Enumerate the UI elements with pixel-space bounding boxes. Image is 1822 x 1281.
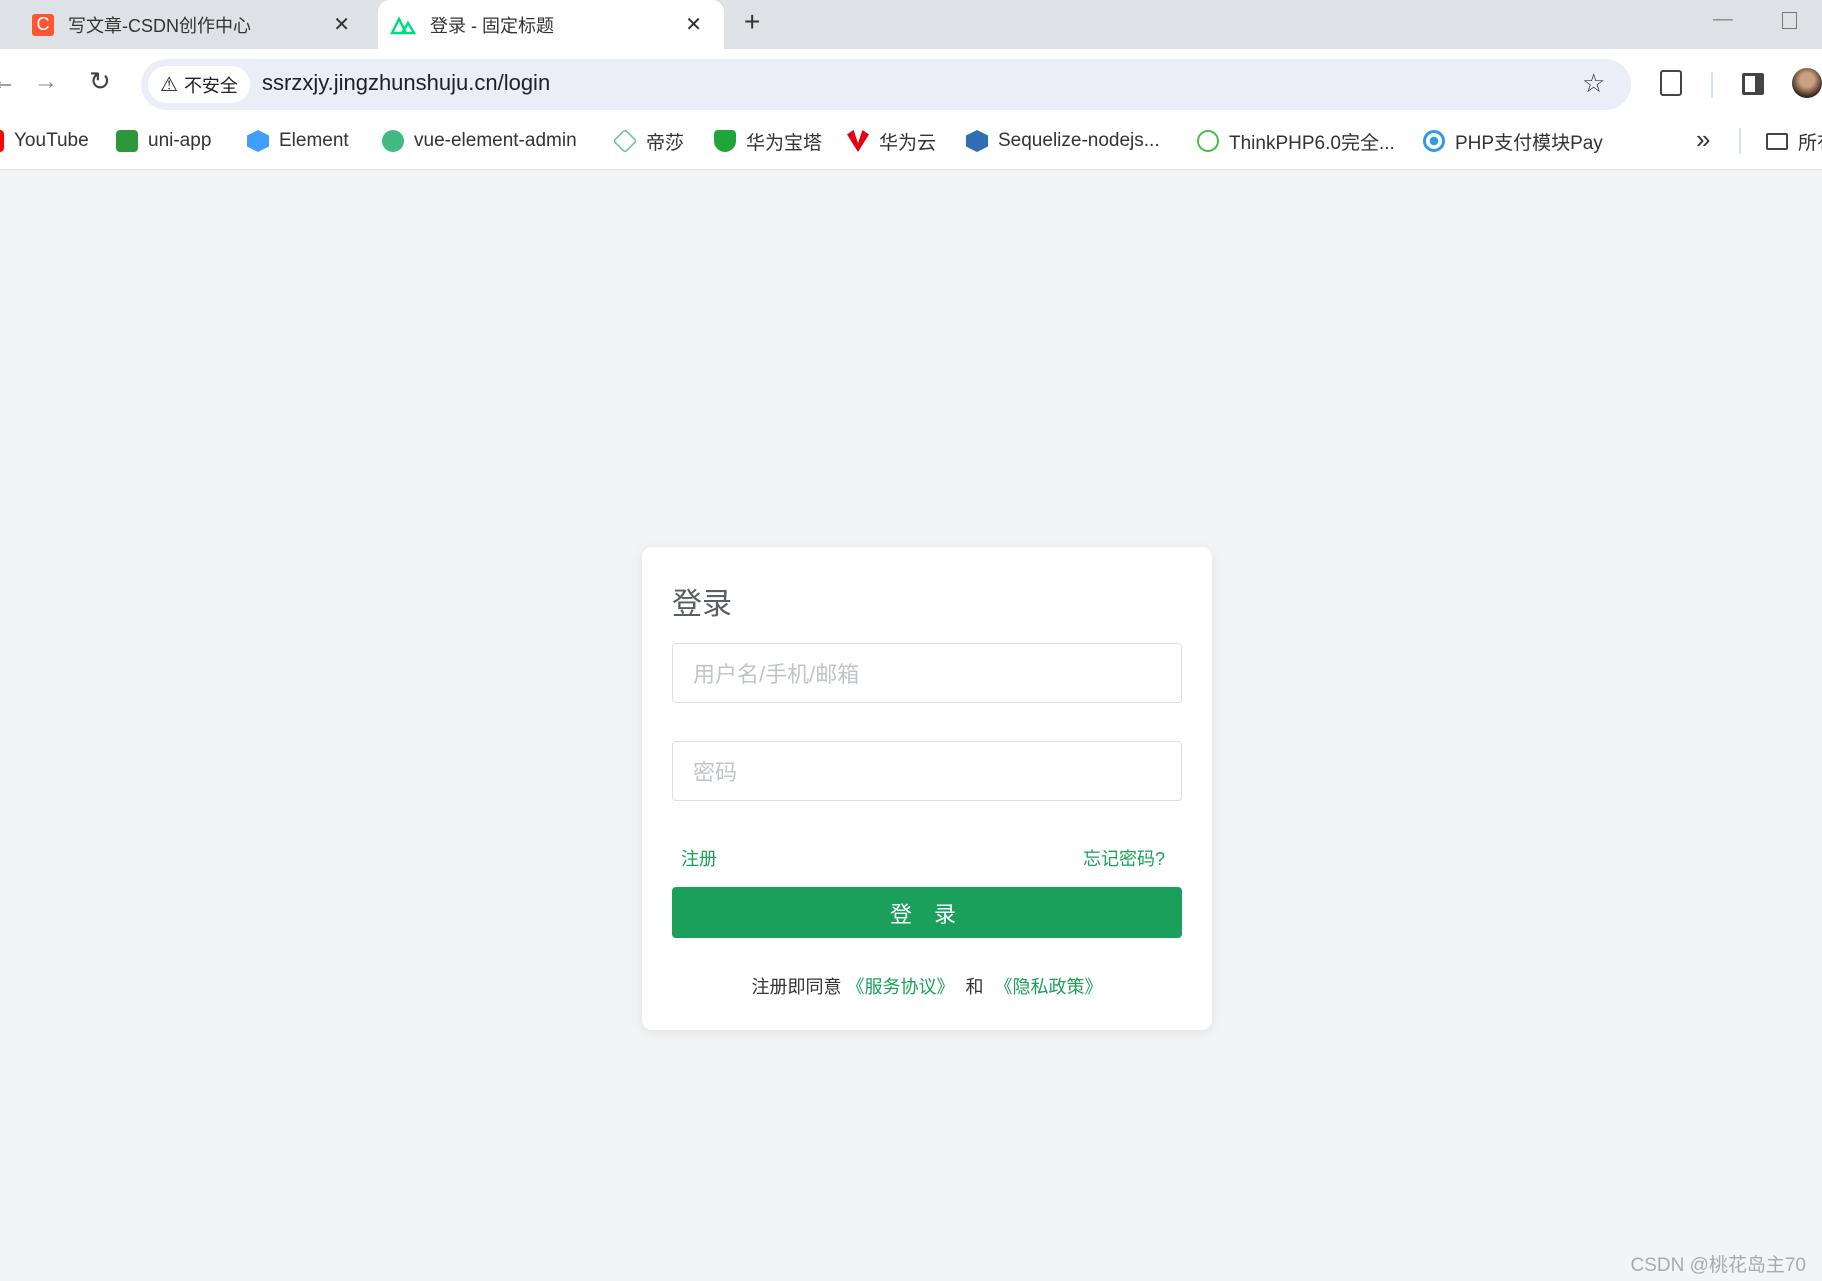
thinkphp-icon (1197, 130, 1219, 152)
watermark: CSDN @桃花岛主70 (1630, 1255, 1806, 1276)
tab-title: 登录 - 固定标题 (430, 15, 554, 36)
bookmark-label: vue-element-admin (414, 130, 577, 151)
warning-icon: ⚠ (160, 74, 178, 96)
csdn-icon: C (32, 13, 54, 36)
username-input[interactable]: 用户名/手机/邮箱 (672, 643, 1182, 703)
baota-icon (714, 130, 736, 152)
divider (1711, 72, 1713, 98)
bookmark-vue-element-admin[interactable]: vue-element-admin (382, 128, 577, 154)
bookmark-huaweicloud[interactable]: 华为云 (847, 128, 936, 154)
forward-button[interactable]: → (34, 68, 58, 96)
login-title: 登录 (672, 588, 732, 621)
bookmark-baota[interactable]: 华为宝塔 (714, 128, 822, 154)
new-tab-button[interactable]: + (744, 6, 760, 38)
security-chip[interactable]: ⚠ 不安全 (148, 66, 250, 103)
bookmark-label: uni-app (148, 130, 212, 151)
agreement-text: 注册即同意 《服务协议》 和 《隐私政策》 (642, 973, 1212, 999)
bookmark-label: PHP支付模块Pay (1455, 132, 1603, 154)
bookmark-label: ThinkPHP6.0完全... (1229, 132, 1395, 154)
bookmark-thinkphp[interactable]: ThinkPHP6.0完全... (1197, 128, 1395, 154)
bookmark-label: Sequelize-nodejs... (998, 130, 1160, 151)
bookmark-element[interactable]: Element (247, 128, 349, 154)
more-bookmarks-button[interactable]: » (1696, 124, 1710, 155)
uniapp-icon (116, 130, 138, 152)
all-bookmarks-folder[interactable]: 所有 (1766, 128, 1822, 154)
forgot-password-link[interactable]: 忘记密码? (1083, 845, 1165, 871)
bookmark-label: YouTube (14, 130, 89, 151)
disha-icon (612, 128, 638, 154)
url-text[interactable]: ssrzxjy.jingzhunshuju.cn/login (262, 70, 550, 96)
service-agreement-link[interactable]: 《服务协议》 (846, 977, 954, 997)
bookmark-label: 华为宝塔 (746, 132, 823, 154)
reload-button[interactable]: ↻ (89, 66, 111, 97)
username-placeholder: 用户名/手机/邮箱 (693, 662, 860, 687)
bookmark-label: 所有 (1798, 132, 1822, 154)
bookmark-sequelize[interactable]: Sequelize-nodejs... (966, 128, 1160, 154)
close-icon[interactable]: ✕ (685, 12, 702, 37)
agree-prefix: 注册即同意 (751, 977, 842, 997)
nuxt-icon (390, 15, 416, 34)
element-icon (247, 130, 269, 152)
tab-title: 写文章-CSDN创作中心 (68, 15, 251, 36)
back-button[interactable]: ← (0, 68, 16, 96)
youtube-icon (0, 130, 4, 152)
tab-strip: C 写文章-CSDN创作中心 ✕ 登录 - 固定标题 ✕ + — (0, 0, 1822, 49)
tab-login[interactable]: 登录 - 固定标题 ✕ (378, 0, 724, 49)
extensions-icon[interactable] (1660, 70, 1682, 96)
password-input[interactable]: 密码 (672, 741, 1182, 801)
privacy-policy-link[interactable]: 《隐私政策》 (995, 977, 1103, 997)
divider (1739, 128, 1741, 154)
bookmark-disha[interactable]: 帝莎 (612, 128, 685, 154)
side-panel-icon[interactable] (1742, 73, 1764, 95)
minimize-button[interactable]: — (1713, 8, 1733, 31)
bookmark-uniapp[interactable]: uni-app (116, 128, 211, 154)
pay-icon (1423, 130, 1445, 152)
sequelize-icon (966, 130, 988, 152)
register-link[interactable]: 注册 (681, 845, 717, 871)
star-icon[interactable]: ☆ (1582, 68, 1605, 99)
login-card: 登录 用户名/手机/邮箱 密码 注册 忘记密码? 登 录 注册即同意 《服务协议… (642, 547, 1212, 1030)
and-text: 和 (965, 977, 984, 997)
avatar[interactable] (1792, 68, 1822, 98)
bookmark-youtube[interactable]: YouTube (0, 128, 89, 154)
bookmark-label: 帝莎 (646, 132, 685, 154)
security-label: 不安全 (183, 75, 238, 96)
tab-csdn[interactable]: C 写文章-CSDN创作中心 ✕ (12, 0, 372, 49)
bookmark-label: Element (279, 130, 349, 151)
password-placeholder: 密码 (693, 760, 738, 785)
bookmark-label: 华为云 (879, 132, 937, 154)
maximize-button[interactable] (1782, 12, 1797, 29)
bookmark-php-pay[interactable]: PHP支付模块Pay (1423, 128, 1603, 154)
vue-icon (382, 130, 404, 152)
close-icon[interactable]: ✕ (333, 12, 350, 37)
folder-icon (1766, 132, 1788, 150)
login-button[interactable]: 登 录 (672, 887, 1182, 938)
huawei-icon (847, 130, 869, 152)
